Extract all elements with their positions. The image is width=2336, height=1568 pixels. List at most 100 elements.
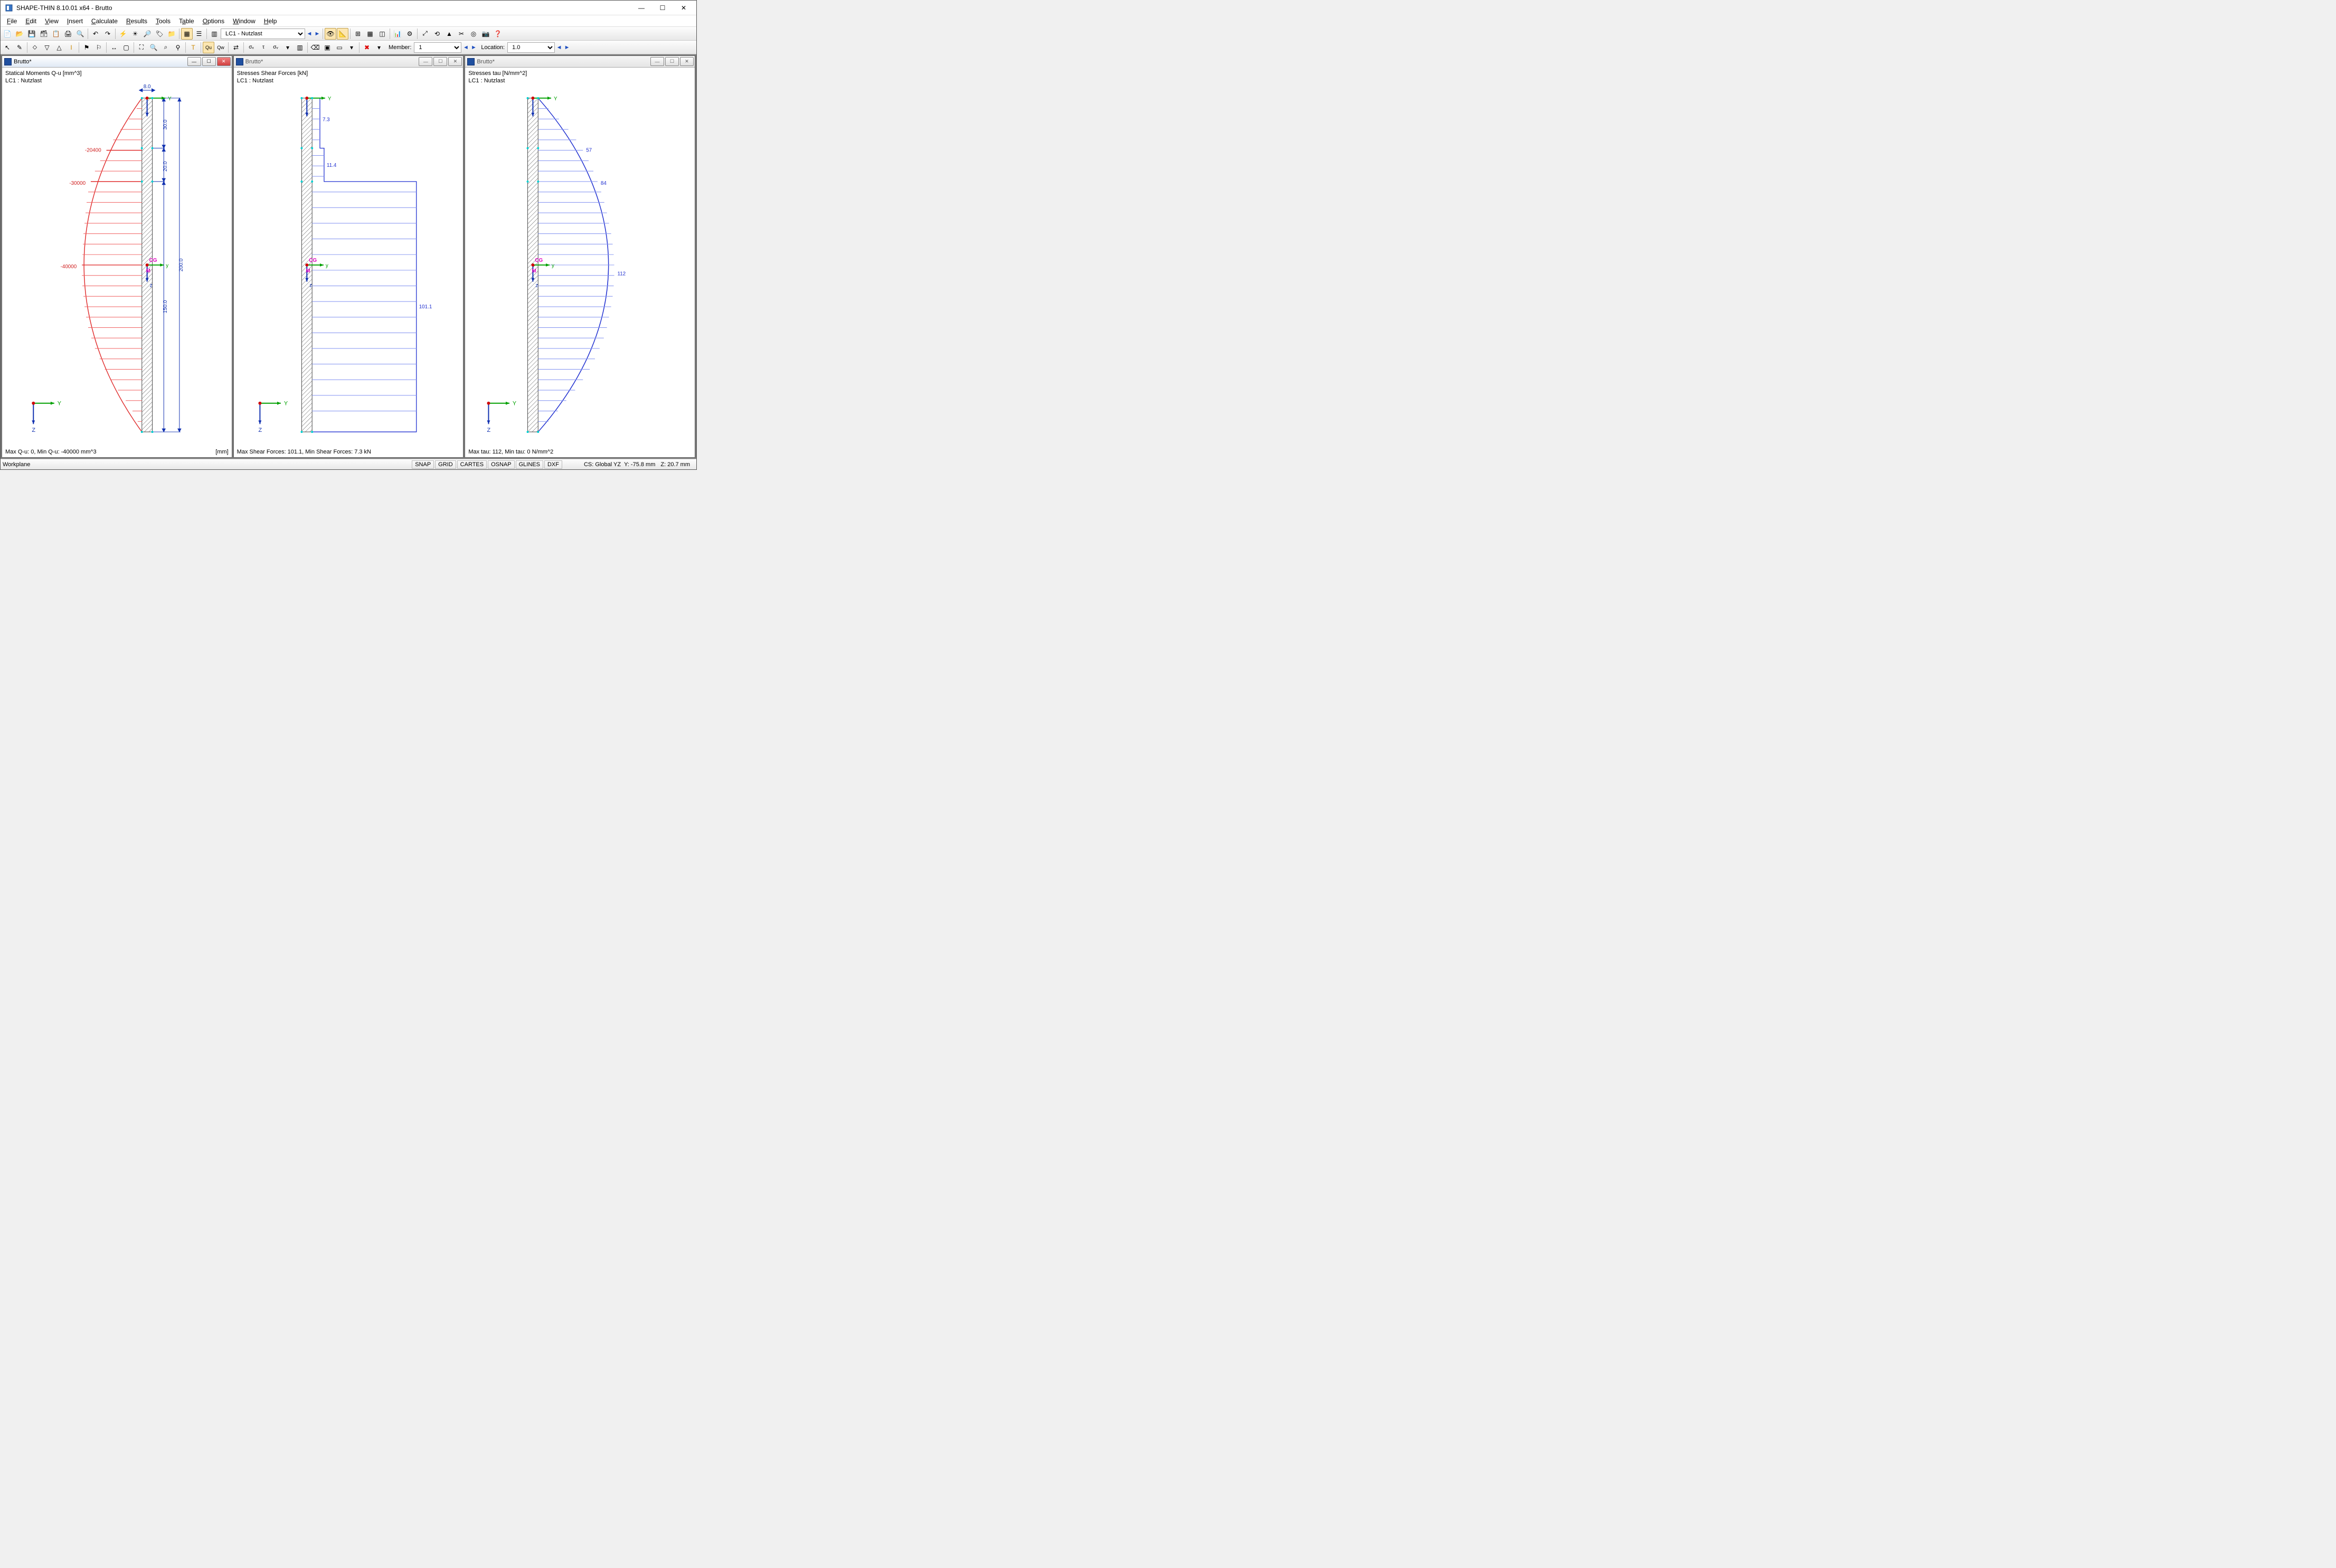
find-icon[interactable]: 🔎 [141, 28, 153, 40]
rotate-icon[interactable]: ⟲ [431, 28, 443, 40]
view3-canvas[interactable]: Stresses tau [N/mm^2] LC1 : Nutzlast [465, 68, 695, 457]
folder2-icon[interactable]: 📁 [166, 28, 177, 40]
print-icon[interactable]: 🖨 [62, 28, 74, 40]
grid3-icon[interactable]: ◫ [376, 28, 388, 40]
open-icon[interactable]: 📂 [14, 28, 25, 40]
flag2-icon[interactable]: ⚐ [93, 42, 105, 53]
settings-icon[interactable]: ⚙ [404, 28, 415, 40]
grid2-icon[interactable]: ▦ [364, 28, 376, 40]
close-button[interactable]: ✕ [673, 1, 694, 15]
zoom-obj-icon[interactable]: ⚲ [172, 42, 184, 53]
menu-table[interactable]: Table [175, 16, 198, 26]
list-view-icon[interactable]: ☰ [193, 28, 205, 40]
view2-max-button[interactable]: ☐ [433, 57, 447, 66]
maximize-button[interactable]: ☐ [652, 1, 673, 15]
undo-icon[interactable]: ↶ [90, 28, 101, 40]
square-icon[interactable]: ▢ [120, 42, 132, 53]
status-grid[interactable]: GRID [435, 460, 456, 469]
view2-close-button[interactable]: ✕ [448, 57, 462, 66]
menu-window[interactable]: Window [229, 16, 260, 26]
redo-icon[interactable]: ↷ [102, 28, 114, 40]
menu-help[interactable]: Help [260, 16, 281, 26]
shape4-icon[interactable]: I [65, 42, 77, 53]
sigma-dd-icon[interactable]: ▾ [282, 42, 294, 53]
new-icon[interactable]: 📄 [2, 28, 13, 40]
shape1-icon[interactable]: ⬦ [29, 42, 41, 53]
erase-icon[interactable]: ⌫ [309, 42, 321, 53]
menu-view[interactable]: View [41, 16, 63, 26]
mirror-icon[interactable]: ▲ [443, 28, 455, 40]
camera-icon[interactable]: 📷 [480, 28, 491, 40]
status-dxf[interactable]: DXF [544, 460, 562, 469]
view2-min-button[interactable]: — [419, 57, 432, 66]
panel-icon[interactable]: ▭ [334, 42, 345, 53]
view1-min-button[interactable]: — [187, 57, 201, 66]
status-glines[interactable]: GLINES [516, 460, 543, 469]
flash-icon[interactable]: ⚡ [117, 28, 129, 40]
lc-pick-icon[interactable]: ▥ [209, 28, 220, 40]
dim-icon[interactable]: 📐 [337, 28, 348, 40]
view1-close-button[interactable]: ✕ [217, 57, 231, 66]
cut-icon[interactable]: ✂ [456, 28, 467, 40]
view2-canvas[interactable]: Stresses Shear Forces [kN] LC1 : Nutzlas… [234, 68, 464, 457]
sun-icon[interactable]: ☀ [129, 28, 141, 40]
eye-icon[interactable]: 👁 [325, 28, 336, 40]
zoom-extents-icon[interactable]: ⤢ [419, 28, 431, 40]
zoom-fit-icon[interactable]: ⛶ [136, 42, 147, 53]
section-icon[interactable]: T [187, 42, 199, 53]
shape3-icon[interactable]: △ [53, 42, 65, 53]
location-next-button[interactable]: ► [563, 42, 571, 53]
menu-insert[interactable]: Insert [63, 16, 87, 26]
cursor-icon[interactable]: ↖ [2, 42, 13, 53]
view1-titlebar[interactable]: Brutto* — ☐ ✕ [2, 56, 232, 68]
saveall-icon[interactable]: 🗃 [38, 28, 50, 40]
lc-next-button[interactable]: ► [314, 29, 321, 39]
view3-titlebar[interactable]: Brutto* — ☐ ✕ [465, 56, 695, 68]
location-prev-button[interactable]: ◄ [555, 42, 563, 53]
panel-dd-icon[interactable]: ▾ [346, 42, 357, 53]
view3-min-button[interactable]: — [650, 57, 664, 66]
arrows-icon[interactable]: ⇄ [230, 42, 242, 53]
zoom-in-icon[interactable]: 🔍 [148, 42, 159, 53]
location-dropdown[interactable]: 1.0 [507, 42, 555, 53]
sigma1-icon[interactable]: σₓ [245, 42, 257, 53]
menu-file[interactable]: File [3, 16, 21, 26]
view3-close-button[interactable]: ✕ [680, 57, 694, 66]
menu-options[interactable]: Options [198, 16, 229, 26]
member-dropdown[interactable]: 1 [414, 42, 461, 53]
qu-toggle-icon[interactable]: Qu [203, 42, 214, 53]
x-dd-icon[interactable]: ▾ [373, 42, 385, 53]
target-icon[interactable]: ◎ [468, 28, 479, 40]
sigmav-icon[interactable]: σᵥ [270, 42, 281, 53]
status-snap[interactable]: SNAP [412, 460, 434, 469]
tau1-icon[interactable]: τ [258, 42, 269, 53]
loadcase-dropdown[interactable]: LC1 - Nutzlast [221, 29, 305, 39]
preview-icon[interactable]: 🔍 [74, 28, 86, 40]
measure-icon[interactable]: ↔ [108, 42, 120, 53]
member-next-button[interactable]: ► [470, 42, 477, 53]
wand-icon[interactable]: ✎ [14, 42, 25, 53]
member-prev-button[interactable]: ◄ [462, 42, 469, 53]
box-icon[interactable]: ▣ [321, 42, 333, 53]
shape2-icon[interactable]: ▽ [41, 42, 53, 53]
minimize-button[interactable]: — [631, 1, 652, 15]
view2-titlebar[interactable]: Brutto* — ☐ ✕ [234, 56, 464, 68]
view3-max-button[interactable]: ☐ [665, 57, 679, 66]
help-icon[interactable]: ❓ [492, 28, 504, 40]
menu-calculate[interactable]: Calculate [87, 16, 122, 26]
zoom-region-icon[interactable]: ⌕ [160, 42, 172, 53]
menu-edit[interactable]: Edit [21, 16, 41, 26]
menu-tools[interactable]: Tools [152, 16, 175, 26]
view1-canvas[interactable]: Statical Moments Q-u [mm^3] LC1 : Nutzla… [2, 68, 232, 457]
qw-toggle-icon[interactable]: Qw [215, 42, 226, 53]
view1-max-button[interactable]: ☐ [202, 57, 216, 66]
status-osnap[interactable]: OSNAP [488, 460, 515, 469]
status-cartes[interactable]: CARTES [457, 460, 487, 469]
stress-pick-icon[interactable]: ▥ [294, 42, 306, 53]
tag-icon[interactable]: 🏷 [154, 28, 165, 40]
save-icon[interactable]: 💾 [26, 28, 37, 40]
table-view-icon[interactable]: ▦ [181, 28, 193, 40]
menu-results[interactable]: Results [122, 16, 152, 26]
copy-icon[interactable]: 📋 [50, 28, 62, 40]
chart-icon[interactable]: 📊 [392, 28, 403, 40]
